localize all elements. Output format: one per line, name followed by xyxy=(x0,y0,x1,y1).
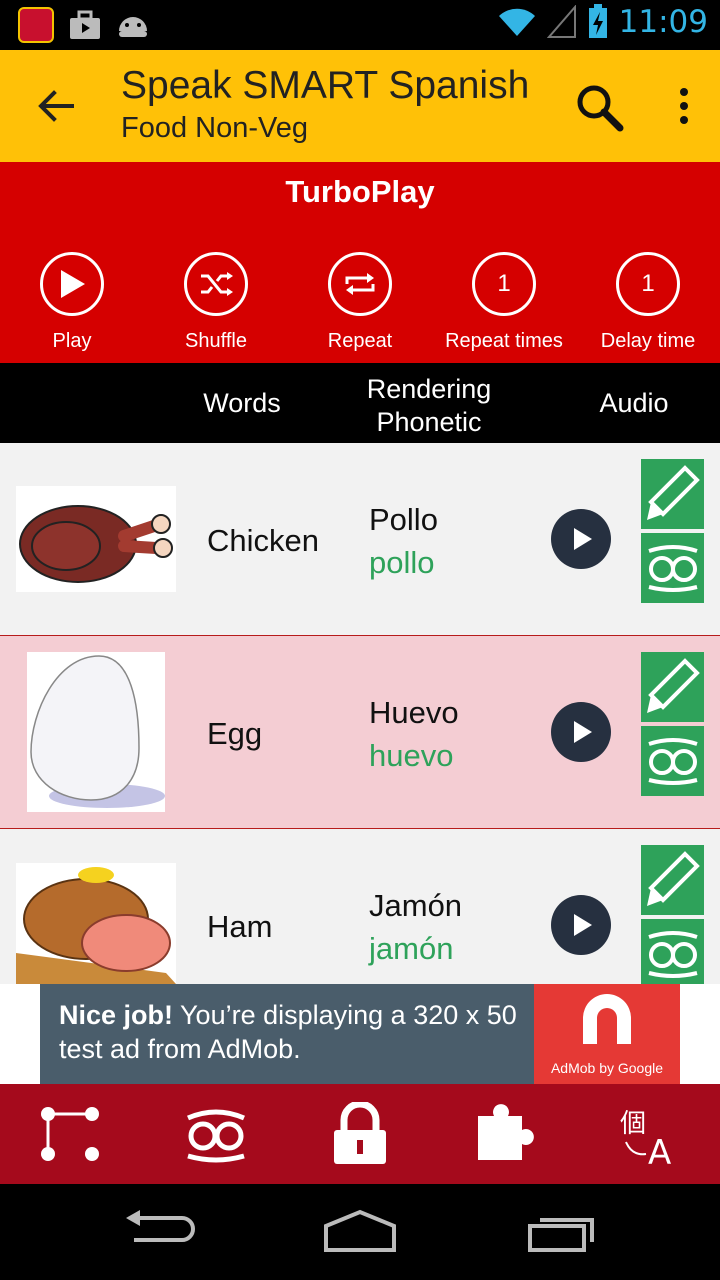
wifi-icon xyxy=(498,8,535,36)
ad-container: Nice job! You’re displaying a 320 x 50 t… xyxy=(0,984,720,1084)
play-audio-button[interactable] xyxy=(551,702,611,762)
back-icon[interactable] xyxy=(122,1208,196,1254)
delay-time-label: Delay time xyxy=(600,330,696,352)
puzzle-icon[interactable] xyxy=(472,1102,536,1166)
play-icon xyxy=(574,528,592,550)
play-icon xyxy=(574,914,592,936)
ad-bold-text: Nice job! xyxy=(59,1000,174,1030)
column-rendering: Rendering xyxy=(366,374,492,404)
home-icon[interactable] xyxy=(322,1208,398,1254)
admob-icon xyxy=(583,994,631,1044)
admob-logo: AdMob by Google xyxy=(534,984,680,1084)
pencil-icon xyxy=(646,851,700,906)
translation-text: Jamón xyxy=(369,888,463,923)
translate-icon[interactable]: 個 A xyxy=(618,1102,682,1166)
translation-text: Pollo xyxy=(369,502,438,537)
owl-button[interactable] xyxy=(641,919,704,984)
battery-charging-icon xyxy=(588,4,607,38)
search-icon[interactable] xyxy=(572,80,626,134)
status-bar: 11:09 xyxy=(0,0,720,50)
play-control[interactable]: Play xyxy=(0,252,152,353)
briefcase-icon xyxy=(70,10,100,39)
svg-text:A: A xyxy=(648,1133,671,1166)
phonetic-text: huevo xyxy=(369,738,454,773)
pencil-icon xyxy=(646,658,700,713)
recents-icon[interactable] xyxy=(526,1208,598,1254)
owl-icon xyxy=(647,545,698,592)
delay-time-value[interactable]: 1 xyxy=(616,252,680,316)
shuffle-control[interactable]: Shuffle xyxy=(136,252,296,353)
turboplay-title: TurboPlay xyxy=(285,174,435,209)
play-audio-button[interactable] xyxy=(551,895,611,955)
page-title: Speak SMART Spanish xyxy=(121,64,530,107)
owl-icon xyxy=(647,931,698,978)
shuffle-icon[interactable] xyxy=(184,252,248,316)
lock-icon[interactable] xyxy=(328,1102,392,1166)
shuffle-label: Shuffle xyxy=(185,330,247,352)
egg-image xyxy=(27,652,165,812)
column-words: Words xyxy=(203,388,281,418)
edit-button[interactable] xyxy=(641,845,704,915)
repeat-times-value[interactable]: 1 xyxy=(472,252,536,316)
android-icon xyxy=(119,17,147,37)
signal-icon xyxy=(546,5,576,38)
phonetic-text: pollo xyxy=(369,545,435,580)
list-item[interactable]: Chicken Pollo pollo xyxy=(0,443,720,636)
ad-text: Nice job! You’re displaying a 320 x 50 t… xyxy=(59,998,539,1066)
phonetic-text: jamón xyxy=(369,931,454,966)
more-vert-icon[interactable] xyxy=(668,84,700,128)
repeat-control[interactable]: Repeat xyxy=(280,252,440,353)
system-nav-bar xyxy=(0,1184,720,1280)
column-audio: Audio xyxy=(599,388,669,418)
word-text: Egg xyxy=(207,716,263,751)
turboplay-panel: TurboPlay Play Shuffle Repeat 1 Repeat t… xyxy=(0,162,720,363)
connections-icon[interactable] xyxy=(38,1102,102,1166)
play-icon xyxy=(574,721,592,743)
delay-time-control[interactable]: 1 Delay time xyxy=(568,252,720,353)
ad-banner[interactable]: Nice job! You’re displaying a 320 x 50 t… xyxy=(40,984,680,1084)
word-text: Ham xyxy=(207,909,273,944)
column-phonetic: Phonetic xyxy=(376,407,482,437)
repeat-icon[interactable] xyxy=(328,252,392,316)
admob-brand: AdMob by Google xyxy=(550,1060,664,1076)
translation-text: Huevo xyxy=(369,695,459,730)
edit-button[interactable] xyxy=(641,652,704,722)
column-header: Words Rendering Phonetic Audio xyxy=(0,363,720,443)
play-icon[interactable] xyxy=(40,252,104,316)
app-notification-icon xyxy=(18,7,54,43)
page-subtitle: Food Non-Veg xyxy=(121,112,309,144)
list-item[interactable]: Egg Huevo huevo xyxy=(0,636,720,829)
back-arrow-icon[interactable] xyxy=(30,80,82,132)
owl-button[interactable] xyxy=(641,726,704,796)
owl-icon[interactable] xyxy=(184,1102,248,1166)
app-bar: Speak SMART Spanish Food Non-Veg xyxy=(0,50,720,162)
list-item[interactable]: Ham Jamón jamón xyxy=(0,829,720,984)
owl-icon xyxy=(647,738,698,785)
repeat-times-control[interactable]: 1 Repeat times xyxy=(424,252,584,353)
play-audio-button[interactable] xyxy=(551,509,611,569)
bottom-nav: 個 A xyxy=(0,1084,720,1184)
edit-button[interactable] xyxy=(641,459,704,529)
repeat-times-label: Repeat times xyxy=(445,330,563,352)
roast-chicken-image xyxy=(16,486,176,592)
owl-button[interactable] xyxy=(641,533,704,603)
play-label: Play xyxy=(52,330,92,352)
svg-text:個: 個 xyxy=(620,1109,646,1139)
word-text: Chicken xyxy=(207,523,319,558)
pencil-icon xyxy=(646,465,700,520)
clock: 11:09 xyxy=(618,4,708,40)
ham-image xyxy=(16,863,176,984)
repeat-label: Repeat xyxy=(327,330,393,352)
